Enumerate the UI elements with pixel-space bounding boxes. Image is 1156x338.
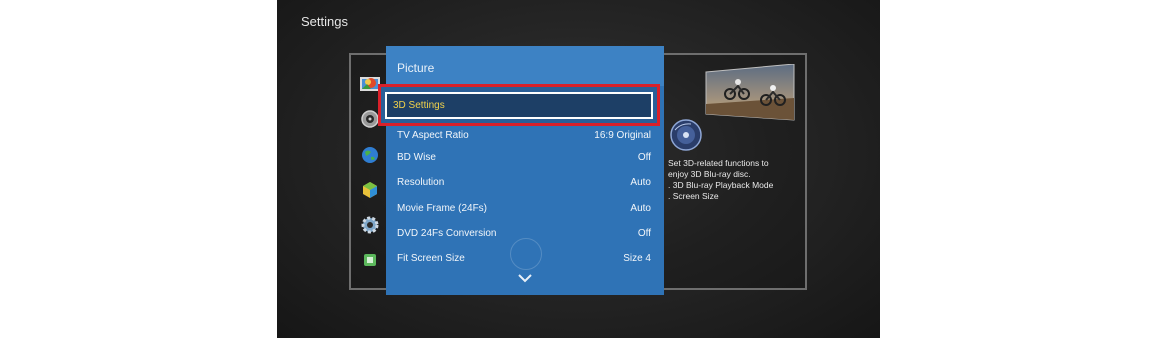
menu-item-movie-frame[interactable]: Movie Frame (24Fs) Auto	[386, 196, 664, 221]
panel-header: Picture	[386, 46, 664, 86]
settings-icon[interactable]	[359, 214, 381, 236]
screen-title: Settings	[301, 14, 348, 29]
menu-item-label: TV Aspect Ratio	[397, 130, 469, 141]
menu-item-resolution[interactable]: Resolution Auto	[386, 170, 664, 195]
panel-title: Picture	[397, 61, 435, 75]
menu-item-bd-wise[interactable]: BD Wise Off	[386, 145, 664, 170]
menu-item-label: Resolution	[397, 177, 445, 188]
system-icon[interactable]	[359, 179, 381, 201]
menu-item-value: Auto	[630, 203, 651, 214]
tv-screen: Settings Picture TV Aspect Ratio 16:9 Or…	[277, 0, 880, 338]
menu-item-value: Auto	[630, 177, 651, 188]
menu-item-value: Size 4	[623, 253, 651, 264]
highlight-box: 3D Settings	[378, 84, 660, 126]
menu-item-value: Off	[637, 152, 651, 163]
blu-ray-disc-icon	[670, 119, 702, 151]
network-icon[interactable]	[359, 144, 381, 166]
description-line: Set 3D-related functions to	[668, 158, 769, 168]
chevron-down-icon[interactable]	[517, 273, 533, 283]
description-line: . 3D Blu-ray Playback Mode	[668, 180, 774, 190]
setting-description: Set 3D-related functions to enjoy 3D Blu…	[668, 158, 808, 202]
menu-item-label: 3D Settings	[393, 100, 445, 111]
support-icon[interactable]	[359, 249, 381, 271]
focus-ring-decoration	[510, 238, 542, 270]
motocross-preview-image	[705, 64, 795, 121]
menu-item-3d-settings[interactable]: 3D Settings	[385, 92, 653, 119]
description-line: enjoy 3D Blu-ray disc.	[668, 169, 751, 179]
menu-item-label: BD Wise	[397, 152, 436, 163]
menu-item-label: Fit Screen Size	[397, 253, 465, 264]
menu-item-label: DVD 24Fs Conversion	[397, 228, 497, 239]
menu-item-label: Movie Frame (24Fs)	[397, 203, 488, 214]
menu-item-value: Off	[637, 228, 651, 239]
description-line: . Screen Size	[668, 191, 719, 201]
menu-item-value: 16:9 Original	[594, 130, 651, 141]
